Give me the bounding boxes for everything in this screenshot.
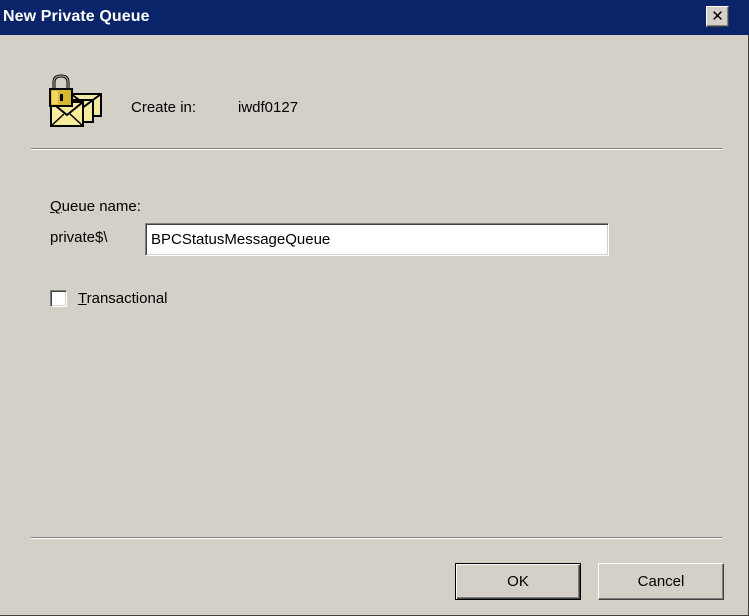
close-icon: ✕ [711,7,724,25]
close-button[interactable]: ✕ [706,6,729,27]
queue-name-accelerator: Q [50,198,62,215]
ok-button[interactable]: OK [455,563,581,600]
transactional-label[interactable]: Transactional [78,290,168,307]
queue-name-input[interactable] [145,223,609,256]
cancel-button[interactable]: Cancel [598,563,724,600]
queue-name-label: Queue name: [50,198,141,215]
title-bar[interactable]: New Private Queue ✕ [0,0,749,35]
dialog-title: New Private Queue [3,8,150,25]
create-in-value: iwdf0127 [238,99,299,116]
queue-name-prefix: private$\ [50,229,108,246]
transactional-checkbox[interactable] [50,290,67,307]
queue-icon [49,74,102,127]
divider [31,537,722,539]
divider [31,148,722,150]
queue-name-label-text: ueue name: [61,198,141,215]
new-private-queue-dialog: New Private Queue ✕ Create in: iwdf0127 … [0,0,749,616]
create-in-label: Create in: [131,99,197,116]
transactional-accelerator: T [78,290,87,307]
transactional-label-text: ransactional [86,290,168,307]
